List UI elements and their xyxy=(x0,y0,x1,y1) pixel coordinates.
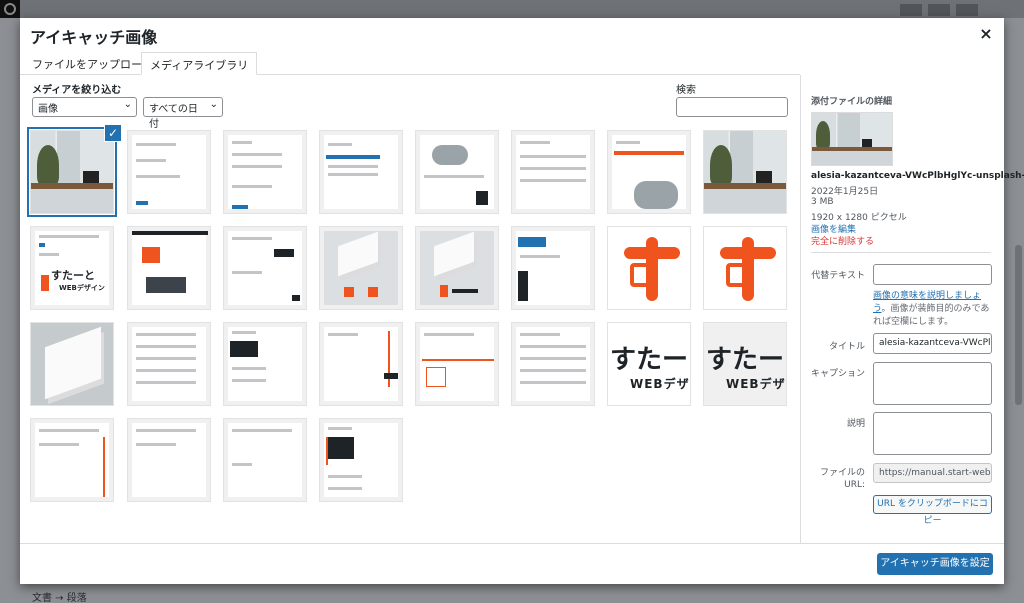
modal-footer xyxy=(20,543,1004,584)
attachment-preview xyxy=(811,112,893,166)
logo-subtext: WEBデザイン xyxy=(59,284,105,292)
chevron-down-icon: ⌄ xyxy=(209,99,218,110)
attachment-thumb[interactable] xyxy=(607,130,691,214)
media-type-value: 画像 xyxy=(38,104,58,115)
caption-textarea[interactable] xyxy=(873,362,992,405)
attachment-thumb[interactable] xyxy=(127,226,211,310)
copy-url-button[interactable]: URL をクリップボードにコピー xyxy=(873,495,992,526)
attachment-date: 2022年1月25日 xyxy=(811,187,879,197)
logo-wordmark: すたー xyxy=(706,345,785,375)
date-select[interactable]: すべての日付 ⌄ xyxy=(143,97,223,130)
office-photo xyxy=(31,131,113,213)
attachment-thumb[interactable] xyxy=(223,418,307,502)
attachment-filename: alesia-kazantceva-VWcPlbHglYc-unsplash-1… xyxy=(811,171,1024,181)
caption-label: キャプション xyxy=(810,369,865,379)
filter-heading: メディアを絞り込む xyxy=(32,85,122,96)
logo-subtext: WEBデザ xyxy=(630,377,690,391)
attachment-thumb[interactable] xyxy=(223,226,307,310)
modal-title: アイキャッチ画像 xyxy=(30,28,158,47)
attachment-thumb[interactable] xyxy=(30,418,114,502)
checkmark-icon[interactable]: ✓ xyxy=(104,124,122,142)
block-breadcrumb: 文書 → 段落 xyxy=(0,584,1024,603)
logo-text: すたーと xyxy=(51,269,95,282)
alt-help-text: 。画像が装飾目的のみであれば空欄にします。 xyxy=(873,304,990,327)
alt-text-label: 代替テキスト xyxy=(811,271,865,281)
attachment-thumb[interactable] xyxy=(127,418,211,502)
office-photo xyxy=(704,131,786,213)
brand-logo-icon xyxy=(712,233,780,305)
attachment-thumb[interactable]: すたー WEBデザ xyxy=(607,322,691,406)
attachment-thumb[interactable]: すたーと WEBデザイン xyxy=(30,226,114,310)
brand-logo-icon xyxy=(616,233,684,305)
editor-toolbar-dimmed xyxy=(0,0,1024,18)
alt-text-help: 画像の意味を説明しましょう。画像が装飾目的のみであれば空欄にします。 xyxy=(873,290,995,329)
logo-subtext: WEBデザ xyxy=(726,377,786,391)
attachment-thumb[interactable] xyxy=(511,130,595,214)
alt-text-input[interactable] xyxy=(873,264,992,285)
media-type-select[interactable]: 画像 ⌄ xyxy=(32,97,137,117)
attachment-thumb[interactable] xyxy=(223,322,307,406)
search-label: 検索 xyxy=(676,85,696,96)
attachment-thumb[interactable] xyxy=(415,322,499,406)
editor-scrollbar xyxy=(1015,245,1022,405)
editor-actions-dimmed xyxy=(900,4,990,16)
attachment-thumb[interactable] xyxy=(127,130,211,214)
attachment-thumb[interactable] xyxy=(223,130,307,214)
modal-tabs: ファイルをアップロード メディアライブラリ xyxy=(20,52,800,75)
featured-image-modal: アイキャッチ画像 × ファイルをアップロード メディアライブラリ メディアを絞り… xyxy=(20,18,1024,584)
attachment-thumb[interactable] xyxy=(607,226,691,310)
date-value: すべての日付 xyxy=(149,104,198,130)
wordpress-logo-icon xyxy=(0,0,20,18)
set-featured-image-button[interactable]: アイキャッチ画像を設定 xyxy=(877,553,993,575)
attachment-thumb[interactable] xyxy=(511,226,595,310)
attachment-size: 3 MB xyxy=(811,197,834,207)
attachment-thumb[interactable] xyxy=(415,226,499,310)
details-divider xyxy=(811,252,991,253)
delete-permanently-link[interactable]: 完全に削除する xyxy=(811,234,874,247)
search-input[interactable] xyxy=(676,97,788,117)
attachment-thumb[interactable] xyxy=(415,130,499,214)
description-textarea[interactable] xyxy=(873,412,992,455)
attachment-thumb[interactable] xyxy=(319,226,403,310)
attachment-thumb[interactable] xyxy=(319,418,403,502)
product-box-image xyxy=(45,326,101,400)
attachment-thumb[interactable] xyxy=(319,130,403,214)
attachment-thumb[interactable] xyxy=(127,322,211,406)
attachment-thumb[interactable] xyxy=(27,127,117,217)
title-input[interactable]: alesia-kazantceva-VWcPlbH xyxy=(873,333,992,354)
attachment-thumb[interactable] xyxy=(319,322,403,406)
sidebar-divider xyxy=(800,75,801,543)
attachment-thumb[interactable] xyxy=(703,130,787,214)
tab-media-library[interactable]: メディアライブラリ xyxy=(141,52,258,75)
title-label: タイトル xyxy=(828,342,865,352)
chevron-down-icon: ⌄ xyxy=(123,99,132,110)
attachment-thumb[interactable] xyxy=(511,322,595,406)
file-url-input[interactable]: https://manual.start-web-d xyxy=(873,463,992,483)
description-label: 説明 xyxy=(846,419,865,429)
file-url-label: ファイルのURL: xyxy=(819,468,865,490)
attachment-thumb[interactable]: すたー WEBデザ xyxy=(703,322,787,406)
details-heading: 添付ファイルの詳細 xyxy=(811,97,893,107)
close-icon[interactable]: × xyxy=(976,24,996,44)
attachment-thumb[interactable] xyxy=(30,322,114,406)
attachment-thumb[interactable] xyxy=(703,226,787,310)
logo-wordmark: すたー xyxy=(610,345,689,375)
